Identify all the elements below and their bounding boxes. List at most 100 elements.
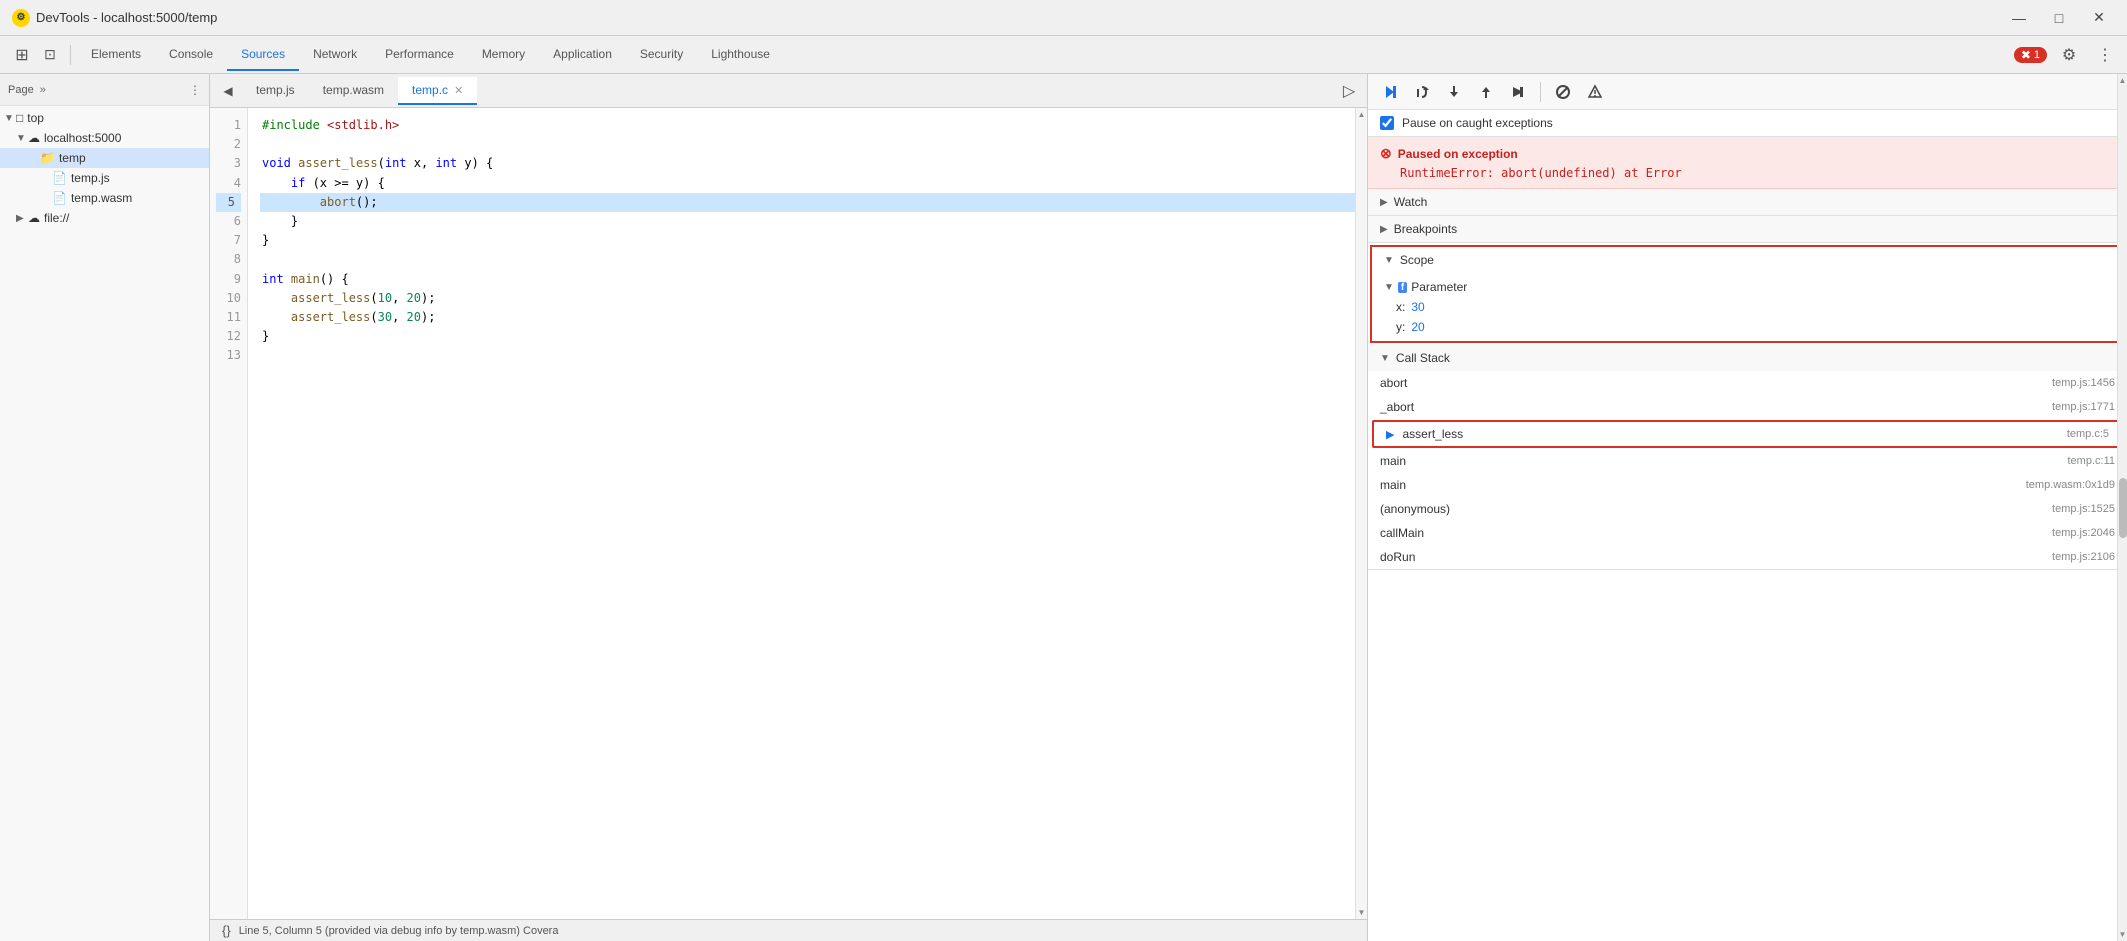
tab-console[interactable]: Console bbox=[155, 39, 227, 71]
step-over-button[interactable] bbox=[1408, 78, 1436, 106]
watch-section: ▶ Watch bbox=[1368, 189, 2127, 216]
scroll-thumb[interactable] bbox=[2119, 478, 2127, 538]
tab-sources[interactable]: Sources bbox=[227, 39, 299, 71]
file-tree-header: Page » ⋮ bbox=[0, 74, 209, 106]
param-label: Parameter bbox=[1411, 280, 1467, 294]
tree-item-temp[interactable]: 📁 temp bbox=[0, 148, 209, 168]
tab-security[interactable]: Security bbox=[626, 39, 697, 71]
scope-param-row[interactable]: ▼ f Parameter bbox=[1372, 277, 2123, 297]
tab-application[interactable]: Application bbox=[539, 39, 626, 71]
code-line-7: } bbox=[260, 231, 1355, 250]
tab-temp-wasm[interactable]: temp.wasm bbox=[309, 77, 398, 105]
error-circle-icon: ⊗ bbox=[1380, 145, 1392, 162]
error-badge[interactable]: ✖ 1 bbox=[2014, 47, 2047, 63]
pause-on-exception-button[interactable] bbox=[1581, 78, 1609, 106]
scope-x-row: x: 30 bbox=[1372, 297, 2123, 317]
file-icon: 📄 bbox=[52, 171, 67, 185]
code-area: 1 2 3 4 5 6 7 8 9 10 11 12 13 #include <… bbox=[210, 108, 1367, 919]
code-content[interactable]: #include <stdlib.h> void assert_less(int… bbox=[248, 108, 1367, 919]
step-out-button[interactable] bbox=[1472, 78, 1500, 106]
left-panel: Page » ⋮ ▼ □ top ▼ ☁ localhost:5000 bbox=[0, 74, 210, 941]
navigate-back-icon[interactable]: ◀ bbox=[214, 77, 242, 105]
filetree-more-icon[interactable]: ⋮ bbox=[189, 83, 201, 97]
customize-icon[interactable]: ⊞ bbox=[8, 41, 36, 69]
status-text: Line 5, Column 5 (provided via debug inf… bbox=[239, 925, 559, 937]
watch-header[interactable]: ▶ Watch bbox=[1368, 189, 2127, 215]
breakpoints-section: ▶ Breakpoints bbox=[1368, 216, 2127, 243]
code-line-12: } bbox=[260, 327, 1355, 346]
tree-item-temp-js[interactable]: 📄 temp.js bbox=[0, 168, 209, 188]
error-icon: ✖ bbox=[2021, 48, 2031, 62]
maximize-button[interactable]: □ bbox=[2043, 7, 2075, 29]
breakpoints-title: Breakpoints bbox=[1394, 222, 1457, 236]
callstack-item-abort[interactable]: abort temp.js:1456 bbox=[1368, 371, 2127, 395]
tab-performance[interactable]: Performance bbox=[371, 39, 468, 71]
more-options-icon[interactable]: ⋮ bbox=[2091, 41, 2119, 69]
deactivate-breakpoints-button[interactable] bbox=[1549, 78, 1577, 106]
tab-temp-c[interactable]: temp.c ✕ bbox=[398, 77, 477, 105]
watch-title: Watch bbox=[1394, 195, 1428, 209]
scroll-down-icon[interactable]: ▼ bbox=[1358, 908, 1366, 917]
undock-icon[interactable]: ⊡ bbox=[36, 41, 64, 69]
minimize-button[interactable]: — bbox=[2003, 7, 2035, 29]
tab-memory[interactable]: Memory bbox=[468, 39, 539, 71]
callstack-item-_abort[interactable]: _abort temp.js:1771 bbox=[1368, 395, 2127, 419]
settings-icon[interactable]: ⚙ bbox=[2055, 41, 2083, 69]
callstack-title: Call Stack bbox=[1396, 351, 1450, 365]
callstack-item-assert-less[interactable]: ▶ assert_less temp.c:5 bbox=[1374, 422, 2121, 446]
domain-icon: ☁ bbox=[28, 131, 40, 145]
callstack-item-main-wasm[interactable]: main temp.wasm:0x1d9 bbox=[1368, 473, 2127, 497]
folder-icon: 📁 bbox=[40, 151, 55, 165]
tree-item-top[interactable]: ▼ □ top bbox=[0, 108, 209, 128]
scroll-down-icon[interactable]: ▼ bbox=[2119, 930, 2127, 939]
devtools-tabbar: ⊞ ⊡ Elements Console Sources Network Per… bbox=[0, 36, 2127, 74]
chevron-right-icon: ▶ bbox=[1380, 197, 1388, 208]
tab-temp-js[interactable]: temp.js bbox=[242, 77, 309, 105]
window-controls: — □ ✕ bbox=[2003, 7, 2115, 29]
tree-item-localhost[interactable]: ▼ ☁ localhost:5000 bbox=[0, 128, 209, 148]
scope-header[interactable]: ▼ Scope bbox=[1372, 247, 2123, 273]
tab-lighthouse[interactable]: Lighthouse bbox=[697, 39, 784, 71]
code-line-2 bbox=[260, 135, 1355, 154]
callstack-header[interactable]: ▼ Call Stack bbox=[1368, 345, 2127, 371]
expand-icon[interactable]: ▷ bbox=[1335, 77, 1363, 105]
tree-item-file[interactable]: ▶ ☁ file:// bbox=[0, 208, 209, 228]
chevron-down-icon: ▼ bbox=[1380, 353, 1390, 364]
close-tab-icon[interactable]: ✕ bbox=[454, 84, 463, 97]
domain-icon: ☁ bbox=[28, 211, 40, 225]
code-line-8 bbox=[260, 250, 1355, 269]
callstack-item-anonymous[interactable]: (anonymous) temp.js:1525 bbox=[1368, 497, 2127, 521]
scroll-up-icon[interactable]: ▲ bbox=[2119, 76, 2127, 85]
close-button[interactable]: ✕ bbox=[2083, 7, 2115, 29]
chevron-down-icon: ▼ bbox=[16, 133, 28, 144]
folder-icon: □ bbox=[16, 111, 23, 125]
tab-network[interactable]: Network bbox=[299, 39, 371, 71]
resume-button[interactable] bbox=[1376, 78, 1404, 106]
step-button[interactable] bbox=[1504, 78, 1532, 106]
callstack-item-main-c11[interactable]: main temp.c:11 bbox=[1368, 449, 2127, 473]
scope-title: Scope bbox=[1400, 253, 1434, 267]
chevron-right-icon: ▶ bbox=[1380, 224, 1388, 235]
scope-content: ▼ f Parameter x: 30 y: 20 bbox=[1372, 273, 2123, 341]
tab-elements[interactable]: Elements bbox=[77, 39, 155, 71]
devtools-logo: ⚙ bbox=[12, 9, 30, 27]
code-line-3: void assert_less(int x, int y) { bbox=[260, 154, 1355, 173]
scope-section: ▼ Scope ▼ f Parameter x: 30 y: 20 bbox=[1370, 245, 2125, 343]
breakpoints-header[interactable]: ▶ Breakpoints bbox=[1368, 216, 2127, 242]
pause-exceptions-checkbox[interactable] bbox=[1380, 116, 1394, 130]
right-panel-inner: Pause on caught exceptions ⊗ Paused on e… bbox=[1368, 110, 2127, 941]
step-into-button[interactable] bbox=[1440, 78, 1468, 106]
callstack-item-doRun[interactable]: doRun temp.js:2106 bbox=[1368, 545, 2127, 569]
paused-exception-message: RuntimeError: abort(undefined) at Error bbox=[1380, 166, 2115, 180]
status-bar: {} Line 5, Column 5 (provided via debug … bbox=[210, 919, 1367, 941]
tree-item-temp-wasm[interactable]: 📄 temp.wasm bbox=[0, 188, 209, 208]
file-icon: 📄 bbox=[52, 191, 67, 205]
right-scrollbar[interactable]: ▲ ▼ bbox=[2117, 74, 2127, 941]
code-line-9: int main() { bbox=[260, 270, 1355, 289]
chevron-down-icon: ▼ bbox=[4, 113, 16, 124]
scroll-up-icon[interactable]: ▲ bbox=[1358, 110, 1366, 119]
vertical-scrollbar[interactable]: ▲ ▼ bbox=[1355, 108, 1367, 919]
scope-y-row: y: 20 bbox=[1372, 317, 2123, 337]
callstack-item-callMain[interactable]: callMain temp.js:2046 bbox=[1368, 521, 2127, 545]
scope-x-val: 30 bbox=[1411, 300, 1424, 314]
